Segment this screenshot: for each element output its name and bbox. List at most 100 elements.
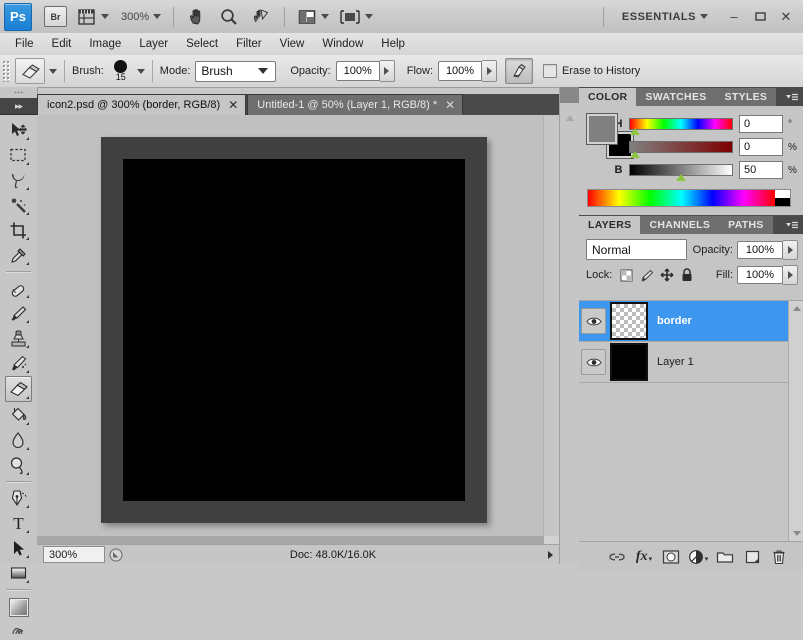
layers-list[interactable]: border Layer 1 — [579, 300, 803, 541]
new-group-button[interactable] — [714, 546, 736, 568]
menu-layer[interactable]: Layer — [130, 35, 177, 53]
white-swatch[interactable] — [775, 190, 790, 198]
lock-transparent-pixels-button[interactable] — [618, 268, 635, 283]
menu-edit[interactable]: Edit — [43, 35, 81, 53]
zoom-chevron-down-icon[interactable] — [153, 14, 162, 19]
menu-file[interactable]: File — [6, 35, 43, 53]
launch-bridge-button[interactable]: Br — [40, 5, 71, 29]
black-white-swatches[interactable] — [775, 190, 790, 206]
pen-tool-button[interactable] — [6, 486, 31, 510]
link-layers-button[interactable] — [606, 546, 628, 568]
saturation-value-input[interactable]: 0 — [739, 138, 783, 156]
lock-position-button[interactable] — [658, 268, 675, 283]
gradient-tool-button[interactable] — [6, 561, 31, 585]
spot-healing-brush-tool-button[interactable] — [6, 276, 31, 300]
quick-mask-mode-button[interactable] — [6, 620, 31, 640]
erase-to-history-checkbox[interactable] — [543, 64, 558, 78]
zoom-percentage-input[interactable]: 300% — [43, 546, 105, 563]
arrange-documents-button[interactable] — [293, 5, 333, 29]
view-extras-button[interactable] — [73, 5, 113, 29]
lock-all-button[interactable] — [678, 268, 695, 283]
zoom-level-selector[interactable]: 300% — [115, 5, 165, 29]
menu-select[interactable]: Select — [177, 35, 227, 53]
eyedropper-tool-button[interactable] — [6, 243, 31, 267]
image-canvas[interactable] — [101, 137, 487, 523]
layer-row-layer-1[interactable]: Layer 1 — [579, 342, 803, 383]
arrange-chevron-down-icon[interactable] — [321, 14, 330, 19]
path-selection-tool-button[interactable] — [6, 536, 31, 560]
menu-help[interactable]: Help — [372, 35, 414, 53]
add-layer-style-button[interactable]: fx ▾ — [633, 546, 655, 568]
lasso-tool-button[interactable] — [6, 168, 31, 192]
black-swatch[interactable] — [775, 198, 790, 206]
view-extras-chevron-down-icon[interactable] — [101, 14, 109, 19]
clone-stamp-tool-button[interactable] — [6, 326, 31, 350]
dock-collapse-button[interactable] — [560, 113, 579, 123]
saturation-slider-track[interactable] — [629, 141, 733, 158]
dock-collapse-strip[interactable] — [560, 87, 580, 564]
crop-tool-button[interactable] — [6, 218, 31, 242]
menu-filter[interactable]: Filter — [227, 35, 271, 53]
brush-chevron-down-icon[interactable] — [136, 68, 145, 74]
brush-preset-preview[interactable]: 15 — [109, 60, 133, 82]
close-icon[interactable]: ✕ — [228, 99, 238, 111]
color-panel-menu-button[interactable] — [785, 93, 799, 103]
tools-panel-grip[interactable] — [0, 87, 37, 98]
minimize-window-button[interactable]: – — [721, 7, 747, 27]
status-preview-icon[interactable] — [107, 547, 125, 563]
magic-wand-tool-button[interactable] — [6, 193, 31, 217]
close-window-button[interactable]: ✕ — [773, 7, 799, 27]
delete-layer-button[interactable] — [768, 546, 790, 568]
move-tool-button[interactable] — [6, 118, 31, 142]
fill-slider-button[interactable] — [783, 265, 798, 285]
layer-visibility-toggle[interactable] — [581, 349, 606, 375]
add-layer-mask-button[interactable] — [660, 546, 682, 568]
foreground-color-swatch[interactable] — [586, 113, 618, 145]
color-spectrum-bar[interactable] — [588, 190, 775, 206]
status-bar-menu-button[interactable] — [541, 550, 559, 559]
tools-panel-collapse-button[interactable]: ▸▸ — [0, 98, 37, 115]
document-tab-icon2[interactable]: icon2.psd @ 300% (border, RGB/8) ✕ — [37, 94, 247, 115]
mode-chevron-down-icon[interactable] — [258, 68, 269, 74]
screen-mode-chevron-down-icon[interactable] — [365, 14, 374, 19]
tab-styles[interactable]: STYLES — [715, 88, 777, 106]
default-colors-swatch[interactable] — [9, 598, 29, 617]
workspace-switcher[interactable]: ESSENTIALS — [612, 5, 712, 29]
canvas-viewport[interactable] — [37, 115, 544, 536]
layer-visibility-toggle[interactable] — [581, 308, 606, 334]
dodge-tool-button[interactable] — [6, 453, 31, 477]
hue-slider-track[interactable] — [629, 118, 733, 135]
layers-opacity-slider-button[interactable] — [783, 239, 798, 260]
workspace-chevron-down-icon[interactable] — [700, 14, 708, 19]
layers-opacity-input[interactable]: 100% — [737, 240, 783, 259]
layer-thumbnail[interactable] — [610, 343, 648, 381]
saturation-slider-thumb[interactable] — [630, 151, 641, 159]
color-spectrum-ramp[interactable] — [587, 189, 791, 207]
menu-image[interactable]: Image — [80, 35, 130, 53]
layers-panel-menu-button[interactable] — [785, 221, 799, 231]
flow-slider-button[interactable] — [482, 60, 498, 82]
layers-scroll-up-button[interactable] — [789, 301, 803, 316]
horizontal-type-tool-button[interactable]: T — [6, 511, 31, 535]
layer-row-border[interactable]: border — [579, 301, 803, 342]
tool-preset-chevron-down-icon[interactable] — [49, 68, 57, 74]
menu-view[interactable]: View — [271, 35, 314, 53]
flow-input[interactable]: 100% — [438, 61, 483, 81]
tool-preset-picker[interactable] — [15, 58, 45, 84]
brightness-value-input[interactable]: 50 — [739, 161, 783, 179]
paint-bucket-tool-button[interactable] — [6, 403, 31, 427]
new-layer-button[interactable] — [741, 546, 763, 568]
color-panel-swatches[interactable] — [586, 113, 634, 159]
rotate-view-tool-button[interactable] — [246, 5, 276, 29]
brush-tool-button[interactable] — [6, 301, 31, 325]
layers-list-scrollbar[interactable] — [788, 301, 803, 541]
layers-scroll-down-button[interactable] — [789, 526, 803, 541]
options-bar-grip[interactable] — [2, 60, 11, 82]
tab-paths[interactable]: PATHS — [719, 216, 773, 234]
document-tab-untitled-1[interactable]: Untitled-1 @ 50% (Layer 1, RGB/8) * ✕ — [247, 94, 464, 115]
new-adjustment-layer-button[interactable]: ▾ — [687, 546, 709, 568]
fill-input[interactable]: 100% — [737, 266, 783, 284]
history-brush-tool-button[interactable] — [6, 351, 31, 375]
menu-window[interactable]: Window — [313, 35, 372, 53]
mode-select[interactable]: Brush — [195, 60, 277, 82]
